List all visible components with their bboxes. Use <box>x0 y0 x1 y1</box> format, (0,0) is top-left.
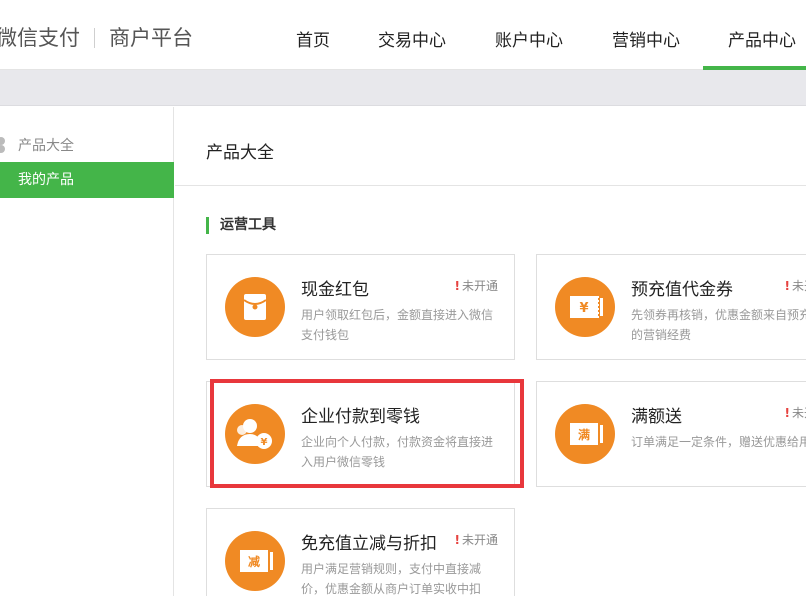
status-text: 未开通 <box>791 279 806 293</box>
nav-products[interactable]: 产品中心 <box>728 26 796 51</box>
product-card-full-gift[interactable]: 满 满额送 !未开通 订单满足一定条件，赠送优惠给用户 <box>536 381 806 487</box>
product-card-prepaid-voucher[interactable]: ¥ 预充值代金券 !未开通 先领券再核销，优惠金额来自预充值的营销经费 <box>536 254 806 360</box>
brand-name: 微信支付 <box>0 26 80 50</box>
card-description: 先领券再核销，优惠金额来自预充值的营销经费 <box>631 308 806 342</box>
warning-icon: ! <box>454 533 460 547</box>
brand-divider <box>94 28 95 48</box>
nav-account[interactable]: 账户中心 <box>495 26 563 51</box>
enterprise-payment-icon: ¥ <box>225 404 285 464</box>
svg-text:¥: ¥ <box>261 437 268 448</box>
card-title: 预充值代金券 <box>631 280 733 300</box>
status-text: 未开通 <box>461 279 498 293</box>
card-title: 免充值立减与折扣 <box>301 534 437 554</box>
status-badge: !未开通 <box>455 277 499 294</box>
card-title: 企业付款到零钱 <box>301 407 420 427</box>
status-badge: !未开通 <box>785 277 806 294</box>
section-title: 运营工具 <box>206 217 276 234</box>
instant-discount-icon: 减 <box>225 531 285 591</box>
warning-icon: ! <box>784 279 790 293</box>
category-icon <box>0 137 10 153</box>
svg-text:¥: ¥ <box>579 301 588 316</box>
sidebar: 产品大全 我的产品 <box>0 107 174 596</box>
card-description: 用户领取红包后，金额直接进入微信支付钱包 <box>301 308 494 342</box>
full-gift-icon: 满 <box>555 404 615 464</box>
product-card-cash-red-packet[interactable]: 现金红包 ! 未开通 用户领取红包后，金额直接进入微信支付钱包 <box>206 254 515 360</box>
sidebar-item-my-products[interactable]: 我的产品 <box>0 162 174 198</box>
card-description: 订单满足一定条件，赠送优惠给用户 <box>631 435 806 449</box>
icon-glyph: 满 <box>578 427 590 442</box>
sidebar-heading[interactable]: 产品大全 <box>0 135 74 155</box>
warning-icon: ! <box>454 279 460 293</box>
card-title: 现金红包 <box>301 280 369 300</box>
card-description: 企业向个人付款，付款资金将直接进入用户微信零钱 <box>301 435 494 469</box>
brand-subtitle: 商户平台 <box>109 26 193 50</box>
page-title: 产品大全 <box>206 143 274 163</box>
status-badge: !未开通 <box>455 531 499 548</box>
card-title: 满额送 <box>631 407 682 427</box>
warning-icon: ! <box>784 406 790 420</box>
top-navigation-bar: 微信支付 商户平台 首页 交易中心 账户中心 营销中心 产品中心 <box>0 0 806 70</box>
icon-glyph: 减 <box>248 554 260 569</box>
status-text: 未开通 <box>461 533 498 547</box>
nav-marketing[interactable]: 营销中心 <box>612 26 680 51</box>
nav-home[interactable]: 首页 <box>296 26 330 51</box>
yen-voucher-icon: ¥ <box>555 277 615 337</box>
sidebar-heading-label: 产品大全 <box>18 138 74 154</box>
product-card-instant-discount[interactable]: 减 免充值立减与折扣 ! 未开通 用户满足营销规则，支付中直接减价，优惠金额从商户… <box>206 508 515 596</box>
status-text: 未开通 <box>791 406 806 420</box>
breadcrumb-bar <box>0 70 806 106</box>
red-envelope-icon <box>225 277 285 337</box>
status-badge: !未开通 <box>785 404 806 421</box>
product-card-enterprise-payment[interactable]: ¥ 企业付款到零钱 企业向个人付款，付款资金将直接进入用户微信零钱 <box>206 381 515 487</box>
brand-logo[interactable]: 微信支付 商户平台 <box>0 22 193 52</box>
nav-transactions[interactable]: 交易中心 <box>378 26 446 51</box>
title-divider <box>175 185 806 186</box>
card-description: 用户满足营销规则，支付中直接减价，优惠金额从商户订单实收中扣 <box>301 562 482 596</box>
